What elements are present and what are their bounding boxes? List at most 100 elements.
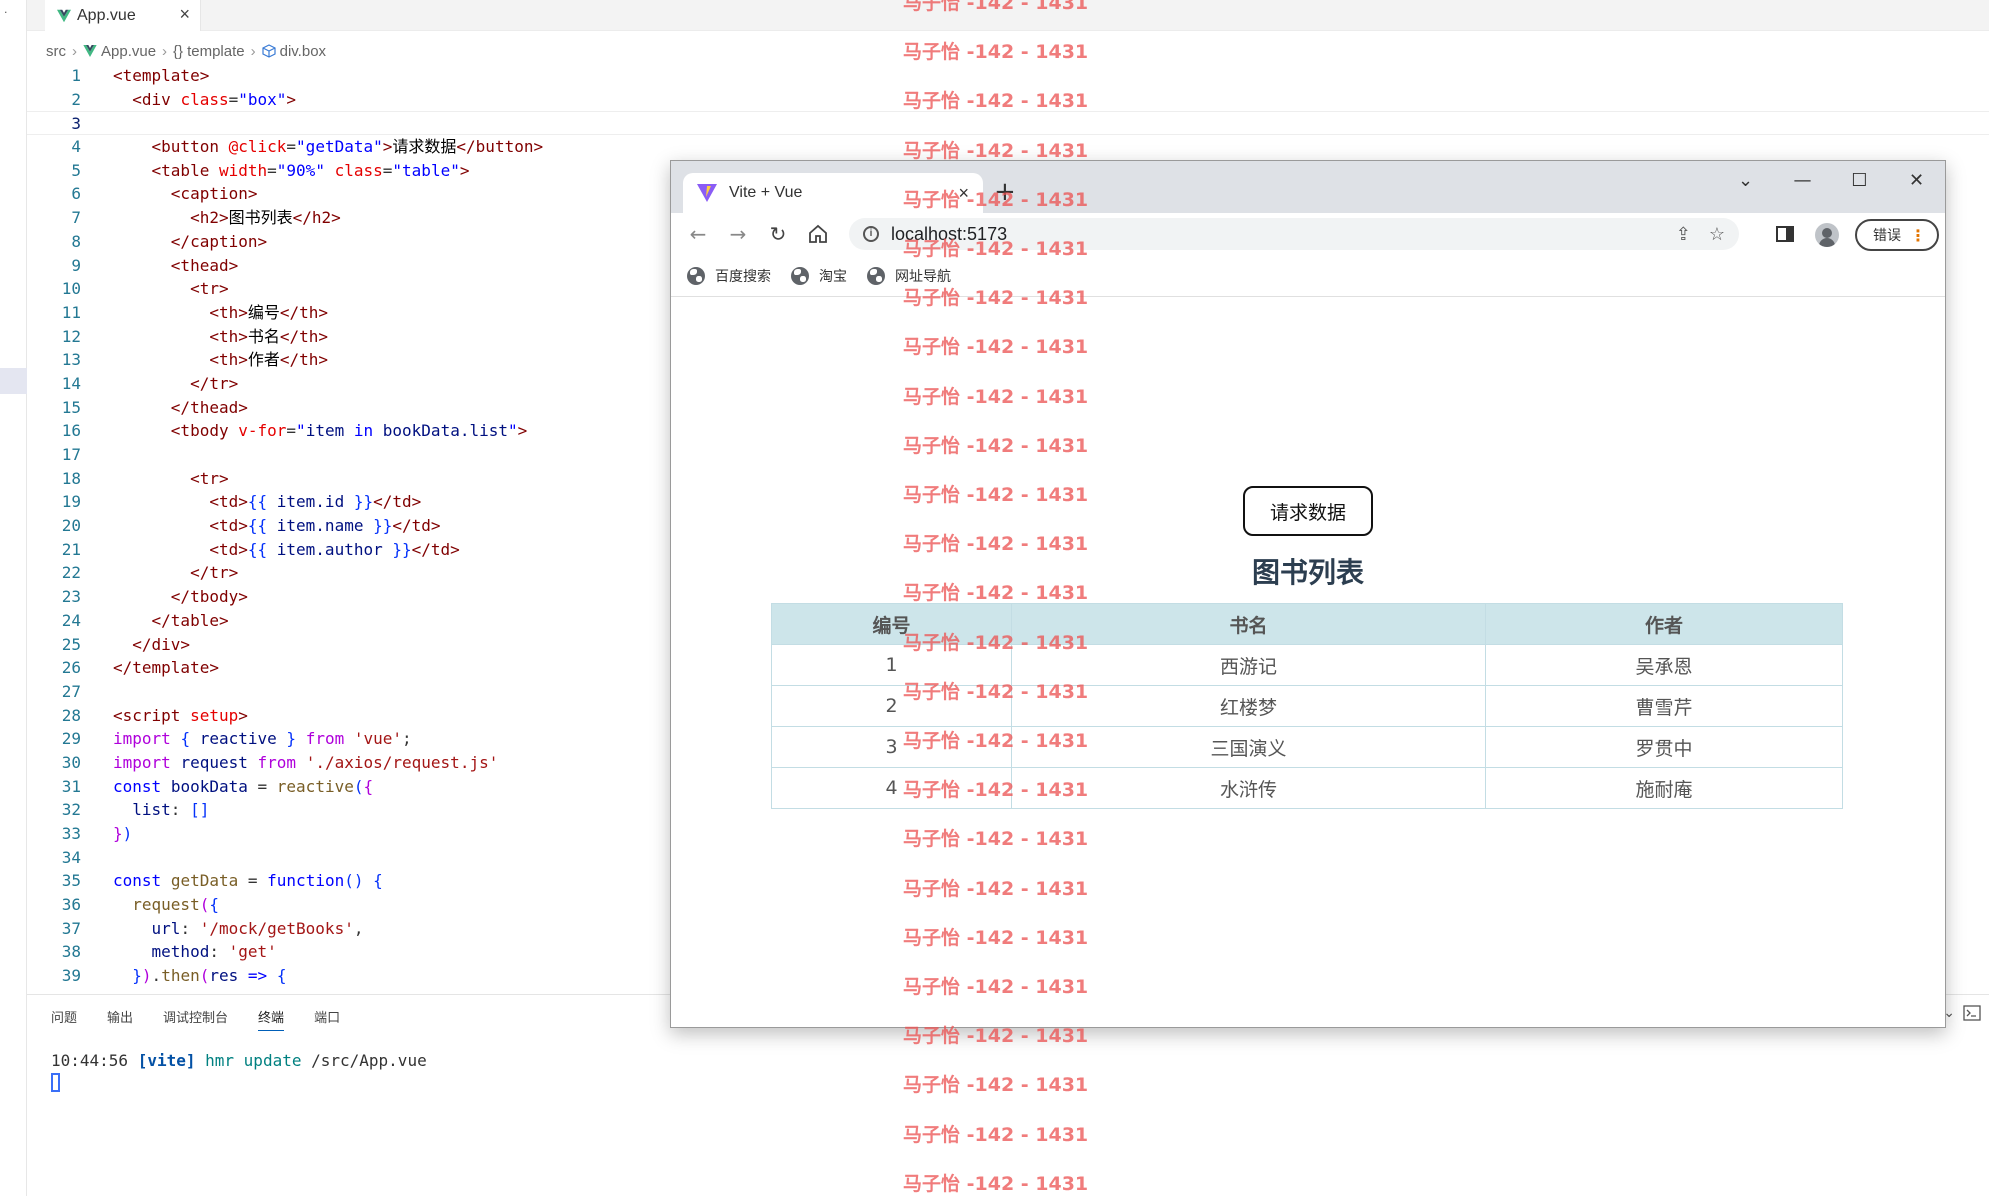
globe-icon (687, 266, 705, 285)
line-number: 12 (61, 326, 81, 346)
table-row: 3 三国演义 罗贯中 (770, 726, 1844, 768)
code-line: 1 <template> (27, 64, 1989, 88)
line-number: 9 (71, 255, 81, 275)
line-number: 34 (61, 847, 81, 867)
line-number: 19 (61, 492, 81, 512)
breadcrumb-item-div-box[interactable]: div.box (280, 43, 326, 60)
line-number: 31 (61, 776, 81, 796)
line-number: 14 (61, 373, 81, 393)
address-bar[interactable]: i localhost:5173 ⇪ ☆ (849, 218, 1739, 250)
line-number: 20 (61, 516, 81, 536)
back-icon[interactable]: ← (685, 221, 711, 247)
browser-toolbar: ← → ↻ i localhost:5173 ⇪ ☆ 错误 ⋮ (671, 213, 1945, 255)
cell-id: 1 (770, 644, 1013, 686)
minimize-button[interactable]: — (1774, 161, 1831, 199)
tab-app-vue[interactable]: App.vue × (45, 0, 201, 31)
tab-problems[interactable]: 问题 (51, 1007, 77, 1031)
tab-output[interactable]: 输出 (107, 1007, 133, 1031)
tab-terminal[interactable]: 终端 (258, 1007, 285, 1031)
info-icon[interactable]: i (863, 226, 879, 242)
line-number: 15 (61, 397, 81, 417)
window-close-button[interactable]: ✕ (1888, 161, 1945, 199)
close-icon[interactable]: × (958, 183, 969, 204)
line-number: 35 (61, 871, 81, 891)
line-number: 24 (61, 610, 81, 630)
cell-author: 吴承恩 (1484, 644, 1844, 686)
line-number: 25 (61, 634, 81, 654)
line-number: 13 (61, 350, 81, 370)
code-line: 4 <button @click="getData">请求数据</button> (27, 135, 1989, 159)
column-header: 编号 (770, 603, 1013, 645)
tab-debug-console[interactable]: 调试控制台 (163, 1007, 228, 1031)
bookmark-taobao[interactable]: 淘宝 (791, 266, 847, 286)
line-number: 22 (61, 563, 81, 583)
line-number: 16 (61, 421, 81, 441)
bookmark-label: 淘宝 (819, 268, 847, 285)
globe-icon (867, 266, 885, 285)
bookmark-baidu[interactable]: 百度搜索 (687, 266, 771, 286)
cell-author: 施耐庵 (1484, 767, 1844, 809)
browser-titlebar: Vite + Vue × + ⌄ — ☐ ✕ (671, 161, 1945, 213)
line-number: 4 (71, 137, 81, 157)
chevron-right-icon: › (162, 42, 168, 60)
activity-dot: · (4, 6, 8, 19)
browser-tab[interactable]: Vite + Vue × (683, 173, 983, 213)
line-number: 30 (61, 752, 81, 772)
line-number: 39 (61, 966, 81, 986)
line-number: 18 (61, 468, 81, 488)
line-number: 6 (71, 184, 81, 204)
window-controls: ⌄ — ☐ ✕ (1717, 161, 1945, 199)
cube-icon (262, 44, 276, 58)
terminal-time: 10:44:56 (51, 1051, 129, 1070)
forward-icon[interactable]: → (725, 221, 751, 247)
line-number: 29 (61, 729, 81, 749)
breadcrumb-item-template[interactable]: template (187, 43, 245, 60)
close-icon[interactable]: × (179, 4, 190, 25)
column-header: 作者 (1484, 603, 1844, 645)
request-data-button[interactable]: 请求数据 (1243, 486, 1373, 536)
table-row: 2 红楼梦 曹雪芹 (770, 685, 1844, 727)
column-header: 书名 (1011, 603, 1486, 645)
panel-icons: ⌄ (1943, 1005, 1981, 1021)
terminal-output[interactable]: 10:44:56 [vite] hmr update /src/App.vue (51, 1051, 427, 1092)
chevron-right-icon: › (250, 42, 256, 60)
terminal-icon[interactable] (1963, 1005, 1981, 1021)
books-table: 编号 书名 作者 1 西游记 吴承恩 2 红楼梦 曹雪芹 3 三国演义 罗贯中 4 水浒传 施耐… (770, 603, 1844, 809)
activity-selection[interactable] (0, 368, 27, 394)
terminal-cmd: hmr update (205, 1051, 302, 1070)
vite-logo-icon (697, 184, 717, 202)
bookmark-nav[interactable]: 网址导航 (867, 266, 951, 286)
breadcrumb: src › App.vue › {} template › div.box (46, 40, 326, 62)
maximize-button[interactable]: ☐ (1831, 161, 1888, 199)
line-number: 8 (71, 231, 81, 251)
reload-icon[interactable]: ↻ (765, 221, 791, 247)
bookmark-label: 百度搜索 (715, 268, 771, 285)
terminal-cursor (51, 1073, 60, 1092)
cell-name: 三国演义 (1011, 726, 1486, 768)
line-number: 3 (71, 114, 81, 134)
cell-name: 西游记 (1011, 644, 1486, 686)
line-number: 33 (61, 824, 81, 843)
line-number: 27 (61, 681, 81, 701)
error-button[interactable]: 错误 ⋮ (1855, 219, 1939, 251)
cell-author: 罗贯中 (1484, 726, 1844, 768)
line-number: 5 (71, 160, 81, 180)
error-button-label: 错误 (1873, 228, 1901, 244)
table-header-row: 编号 书名 作者 (770, 603, 1844, 645)
home-icon[interactable] (805, 221, 831, 247)
tab-ports[interactable]: 端口 (314, 1007, 340, 1031)
browser-tab-title: Vite + Vue (729, 184, 803, 201)
new-tab-button[interactable]: + (994, 177, 1016, 207)
line-number: 32 (61, 800, 81, 820)
vue-logo-icon (83, 45, 97, 57)
star-icon[interactable]: ☆ (1709, 224, 1725, 245)
share-icon[interactable]: ⇪ (1676, 224, 1691, 245)
line-number: 11 (61, 302, 81, 322)
breadcrumb-item-src[interactable]: src (46, 43, 66, 60)
breadcrumb-item-app-vue[interactable]: App.vue (101, 43, 156, 60)
tab-search-icon[interactable]: ⌄ (1717, 161, 1774, 199)
cell-name: 红楼梦 (1011, 685, 1486, 727)
profile-avatar[interactable] (1815, 223, 1839, 247)
editor-tabbar: App.vue × (27, 0, 1989, 31)
side-panel-icon[interactable] (1775, 224, 1795, 244)
